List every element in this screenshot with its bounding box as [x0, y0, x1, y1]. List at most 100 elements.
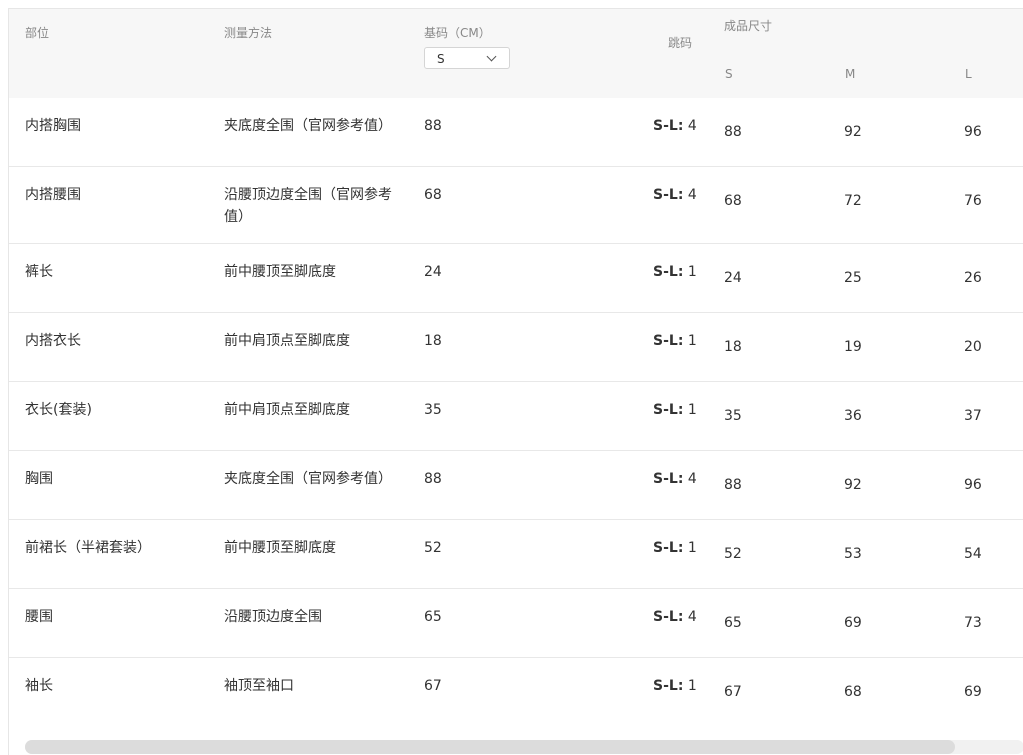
cell-jump: S-L: 1	[653, 537, 697, 559]
table-row: 腰围 沿腰顶边度全围 65 S-L: 4 65 69 73	[9, 589, 1023, 658]
cell-base: 88	[424, 118, 442, 134]
jump-value: 1	[683, 402, 697, 418]
table-row: 内搭衣长 前中肩顶点至脚底度 18 S-L: 1 18 19 20	[9, 313, 1023, 382]
cell-jump: S-L: 1	[653, 261, 697, 283]
jump-value: 1	[683, 333, 697, 349]
jump-value: 4	[683, 187, 697, 203]
jump-label: S-L:	[653, 609, 684, 625]
cell-part: 腰围	[25, 609, 53, 625]
cell-base: 52	[424, 540, 442, 556]
base-size-select[interactable]: S	[424, 47, 510, 69]
cell-jump: S-L: 1	[653, 675, 697, 697]
cell-jump: S-L: 4	[653, 184, 697, 206]
table-row: 内搭腰围 沿腰顶边度全围（官网参考值） 68 S-L: 4 68 72 76	[9, 167, 1023, 244]
cell-method: 夹底度全围（官网参考值）	[224, 471, 392, 487]
cell-method: 袖顶至袖口	[224, 678, 294, 694]
cell-base: 65	[424, 609, 442, 625]
cell-jump: S-L: 4	[653, 115, 697, 137]
header-size-m: M	[845, 67, 856, 81]
cell-jump: S-L: 1	[653, 330, 697, 352]
cell-size-s: 68	[724, 193, 742, 209]
jump-value: 4	[683, 609, 697, 625]
cell-part: 衣长(套装)	[25, 402, 92, 418]
base-size-select-value: S	[437, 52, 445, 66]
cell-jump: S-L: 4	[653, 468, 697, 490]
cell-method: 沿腰顶边度全围	[224, 609, 322, 625]
header-size-s: S	[725, 67, 733, 81]
cell-method: 前中腰顶至脚底度	[224, 264, 336, 280]
jump-label: S-L:	[653, 187, 684, 203]
cell-size-s: 52	[724, 546, 742, 562]
cell-size-l: 96	[964, 477, 982, 493]
cell-size-l: 54	[964, 546, 982, 562]
header-method: 测量方法	[224, 26, 273, 40]
header-jump: 跳码	[668, 36, 693, 50]
cell-size-l: 96	[964, 124, 982, 140]
cell-method: 前中肩顶点至脚底度	[224, 402, 350, 418]
size-chart-table: 部位 测量方法 基码（CM） S 跳码 成品尺寸 S M L 内搭胸围 夹底度全…	[8, 8, 1023, 755]
cell-base: 68	[424, 187, 442, 203]
cell-size-m: 19	[844, 339, 862, 355]
cell-size-l: 26	[964, 270, 982, 286]
cell-base: 88	[424, 471, 442, 487]
jump-value: 4	[683, 118, 697, 134]
cell-size-l: 76	[964, 193, 982, 209]
cell-part: 胸围	[25, 471, 53, 487]
cell-part: 内搭衣长	[25, 333, 81, 349]
scrollbar-thumb[interactable]	[25, 740, 955, 754]
jump-label: S-L:	[653, 333, 684, 349]
cell-size-s: 35	[724, 408, 742, 424]
header-part: 部位	[25, 26, 50, 40]
cell-part: 裤长	[25, 264, 53, 280]
cell-size-l: 73	[964, 615, 982, 631]
cell-size-m: 92	[844, 477, 862, 493]
cell-jump: S-L: 4	[653, 606, 697, 628]
cell-method: 沿腰顶边度全围（官网参考值）	[224, 187, 392, 225]
horizontal-scrollbar[interactable]	[25, 740, 1023, 754]
cell-size-m: 25	[844, 270, 862, 286]
cell-part: 前裙长（半裙套装）	[25, 540, 151, 556]
cell-base: 35	[424, 402, 442, 418]
table-header: 部位 测量方法 基码（CM） S 跳码 成品尺寸 S M L	[9, 9, 1023, 98]
cell-method: 夹底度全围（官网参考值）	[224, 118, 392, 134]
cell-method: 前中腰顶至脚底度	[224, 540, 336, 556]
table-row: 胸围 夹底度全围（官网参考值） 88 S-L: 4 88 92 96	[9, 451, 1023, 520]
cell-size-m: 92	[844, 124, 862, 140]
cell-size-m: 69	[844, 615, 862, 631]
table-row: 衣长(套装) 前中肩顶点至脚底度 35 S-L: 1 35 36 37	[9, 382, 1023, 451]
table-row: 裤长 前中腰顶至脚底度 24 S-L: 1 24 25 26	[9, 244, 1023, 313]
cell-base: 67	[424, 678, 442, 694]
header-finished-size: 成品尺寸	[724, 19, 773, 33]
jump-label: S-L:	[653, 471, 684, 487]
cell-size-l: 20	[964, 339, 982, 355]
cell-size-m: 36	[844, 408, 862, 424]
jump-label: S-L:	[653, 118, 684, 134]
cell-size-l: 69	[964, 684, 982, 700]
jump-label: S-L:	[653, 678, 684, 694]
cell-size-m: 72	[844, 193, 862, 209]
cell-size-s: 65	[724, 615, 742, 631]
cell-size-m: 68	[844, 684, 862, 700]
jump-value: 1	[683, 678, 697, 694]
cell-part: 袖长	[25, 678, 53, 694]
table-body: 内搭胸围 夹底度全围（官网参考值） 88 S-L: 4 88 92 96 内搭腰…	[9, 98, 1023, 727]
cell-jump: S-L: 1	[653, 399, 697, 421]
header-base-size: 基码（CM）	[424, 26, 491, 40]
cell-part: 内搭腰围	[25, 187, 81, 203]
table-row: 内搭胸围 夹底度全围（官网参考值） 88 S-L: 4 88 92 96	[9, 98, 1023, 167]
table-row: 前裙长（半裙套装） 前中腰顶至脚底度 52 S-L: 1 52 53 54	[9, 520, 1023, 589]
jump-label: S-L:	[653, 264, 684, 280]
jump-label: S-L:	[653, 540, 684, 556]
jump-value: 1	[683, 264, 697, 280]
cell-size-m: 53	[844, 546, 862, 562]
cell-method: 前中肩顶点至脚底度	[224, 333, 350, 349]
cell-size-s: 88	[724, 477, 742, 493]
table-row: 袖长 袖顶至袖口 67 S-L: 1 67 68 69	[9, 658, 1023, 727]
cell-size-s: 18	[724, 339, 742, 355]
cell-size-s: 24	[724, 270, 742, 286]
cell-size-s: 88	[724, 124, 742, 140]
jump-value: 1	[683, 540, 697, 556]
cell-base: 24	[424, 264, 442, 280]
cell-size-l: 37	[964, 408, 982, 424]
jump-label: S-L:	[653, 402, 684, 418]
